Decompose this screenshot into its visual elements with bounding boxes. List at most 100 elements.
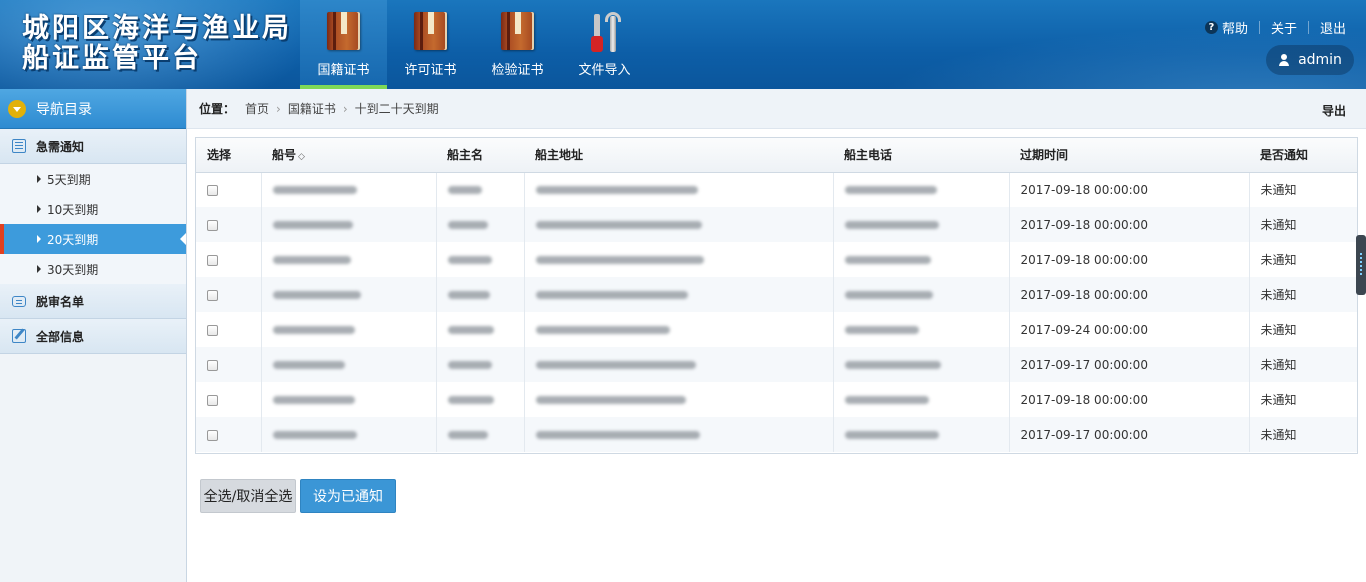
- nav-nationality-cert[interactable]: 国籍证书: [300, 0, 387, 89]
- export-button[interactable]: 导出: [1322, 102, 1346, 119]
- sidebar-group-all[interactable]: 全部信息: [0, 319, 186, 354]
- sidebar-item-30-days[interactable]: 30天到期: [0, 254, 186, 284]
- redacted-phone: [844, 291, 933, 299]
- breadcrumb-section[interactable]: 国籍证书: [288, 100, 336, 117]
- redacted-owner: [447, 396, 494, 404]
- redacted-phone: [844, 256, 931, 264]
- sidebar-item-5-days[interactable]: 5天到期: [0, 164, 186, 194]
- divider: [1258, 21, 1260, 34]
- book-icon: [414, 12, 447, 50]
- about-link[interactable]: 关于: [1271, 18, 1297, 37]
- table-row: 2017-09-24 00:00:00 未通知: [196, 312, 1357, 347]
- sidebar-group-label: 急需通知: [36, 139, 85, 154]
- redacted-phone: [844, 186, 937, 195]
- redacted-ship-no: [272, 221, 353, 229]
- row-checkbox[interactable]: [207, 289, 218, 301]
- col-header-ship-no[interactable]: 船号 ◇: [261, 138, 436, 173]
- redacted-phone: [844, 361, 941, 369]
- top-links: ? 帮助 关于 退出: [1204, 18, 1346, 37]
- table-header-row: 选择 船号 ◇ 船主名 船主地址 船主电话 过期时间 是否通知: [196, 138, 1357, 173]
- help-link[interactable]: 帮助: [1222, 18, 1248, 37]
- nav-inspection-cert[interactable]: 检验证书: [474, 0, 561, 89]
- sidebar-item-20-days[interactable]: 20天到期: [0, 224, 186, 254]
- sidebar-item-label: 30天到期: [47, 262, 99, 277]
- redacted-ship-no: [272, 326, 355, 334]
- col-header-label: 船号: [272, 148, 297, 163]
- notified-cell: 未通知: [1260, 288, 1297, 302]
- app-logo: 城阳区海洋与渔业局 船证监管平台: [22, 14, 292, 74]
- caret-right-icon: [37, 175, 41, 183]
- expire-cell: 2017-09-18 00:00:00: [1009, 242, 1250, 277]
- divider: [1307, 21, 1309, 34]
- row-checkbox[interactable]: [207, 429, 218, 441]
- sidebar-group-lapsed[interactable]: 脱审名单: [0, 284, 186, 319]
- row-checkbox[interactable]: [207, 324, 218, 336]
- notified-cell: 未通知: [1260, 183, 1297, 198]
- caret-right-icon: [37, 205, 41, 213]
- tools-icon: [588, 12, 624, 52]
- nav-label: 检验证书: [491, 63, 544, 78]
- row-checkbox[interactable]: [207, 359, 218, 371]
- sidebar: 导航目录 急需通知 5天到期 10天到期 20天到期 30天到期 脱审名单 全部…: [0, 89, 187, 582]
- user-menu[interactable]: admin: [1266, 45, 1354, 75]
- expire-cell: 2017-09-17 00:00:00: [1009, 347, 1250, 382]
- redacted-phone: [844, 396, 929, 404]
- breadcrumb: 位置： 首页 › 国籍证书 › 十到二十天到期 导出: [187, 89, 1366, 129]
- sidebar-header[interactable]: 导航目录: [0, 89, 186, 129]
- sidebar-group-urgent[interactable]: 急需通知: [0, 129, 186, 164]
- breadcrumb-separator: ›: [342, 101, 348, 116]
- caret-right-icon: [37, 235, 41, 243]
- expire-cell: 2017-09-18 00:00:00: [1009, 277, 1250, 312]
- redacted-address: [535, 186, 698, 195]
- row-checkbox[interactable]: [207, 184, 218, 196]
- redacted-address: [535, 361, 696, 369]
- expire-cell: 2017-09-24 00:00:00: [1009, 312, 1250, 347]
- logo-line-1: 城阳区海洋与渔业局: [22, 13, 292, 44]
- redacted-ship-no: [272, 256, 351, 264]
- username: admin: [1298, 52, 1342, 68]
- col-header-select: 选择: [196, 138, 261, 173]
- sidebar-item-label: 20天到期: [47, 232, 99, 247]
- expire-cell: 2017-09-17 00:00:00: [1009, 417, 1250, 452]
- table-row: 2017-09-17 00:00:00 未通知: [196, 417, 1357, 452]
- sort-icon: ◇: [298, 152, 305, 163]
- redacted-ship-no: [272, 396, 355, 404]
- row-checkbox[interactable]: [207, 219, 218, 231]
- redacted-phone: [844, 326, 919, 334]
- sidebar-title: 导航目录: [36, 101, 92, 118]
- user-icon: [1278, 54, 1290, 66]
- redacted-phone: [844, 221, 939, 229]
- logout-link[interactable]: 退出: [1320, 18, 1346, 37]
- nav-license-cert[interactable]: 许可证书: [387, 0, 474, 89]
- chevron-down-icon: [8, 99, 26, 118]
- redacted-ship-no: [272, 361, 345, 369]
- chat-icon: [12, 295, 26, 307]
- sidebar-group-label: 脱审名单: [36, 294, 85, 309]
- nav-label: 国籍证书: [317, 63, 370, 78]
- row-checkbox[interactable]: [207, 394, 218, 406]
- nav-label: 许可证书: [404, 63, 457, 78]
- logo-line-2: 船证监管平台: [22, 43, 202, 74]
- redacted-phone: [844, 431, 939, 439]
- data-table: 选择 船号 ◇ 船主名 船主地址 船主电话 过期时间 是否通知 2017-09-1…: [195, 137, 1358, 454]
- row-checkbox[interactable]: [207, 254, 218, 266]
- sidebar-group-label: 全部信息: [36, 329, 85, 344]
- table-row: 2017-09-18 00:00:00 未通知: [196, 277, 1357, 312]
- sidebar-item-10-days[interactable]: 10天到期: [0, 194, 186, 224]
- redacted-ship-no: [272, 291, 361, 299]
- sidebar-item-label: 10天到期: [47, 202, 99, 217]
- list-icon: [12, 139, 26, 153]
- redacted-owner: [447, 326, 494, 334]
- help-icon: ?: [1204, 21, 1218, 34]
- table-row: 2017-09-18 00:00:00 未通知: [196, 172, 1357, 207]
- mark-notified-button[interactable]: 设为已通知: [300, 479, 396, 513]
- breadcrumb-home[interactable]: 首页: [245, 100, 269, 117]
- redacted-owner: [447, 361, 492, 369]
- table-row: 2017-09-18 00:00:00 未通知: [196, 207, 1357, 242]
- notified-cell: 未通知: [1260, 323, 1297, 337]
- breadcrumb-separator: ›: [276, 101, 281, 116]
- table-row: 2017-09-18 00:00:00 未通知: [196, 382, 1357, 417]
- nav-file-import[interactable]: 文件导入: [561, 0, 648, 89]
- scrollbar-thumb[interactable]: [1356, 235, 1366, 295]
- select-all-button[interactable]: 全选/取消全选: [200, 479, 296, 513]
